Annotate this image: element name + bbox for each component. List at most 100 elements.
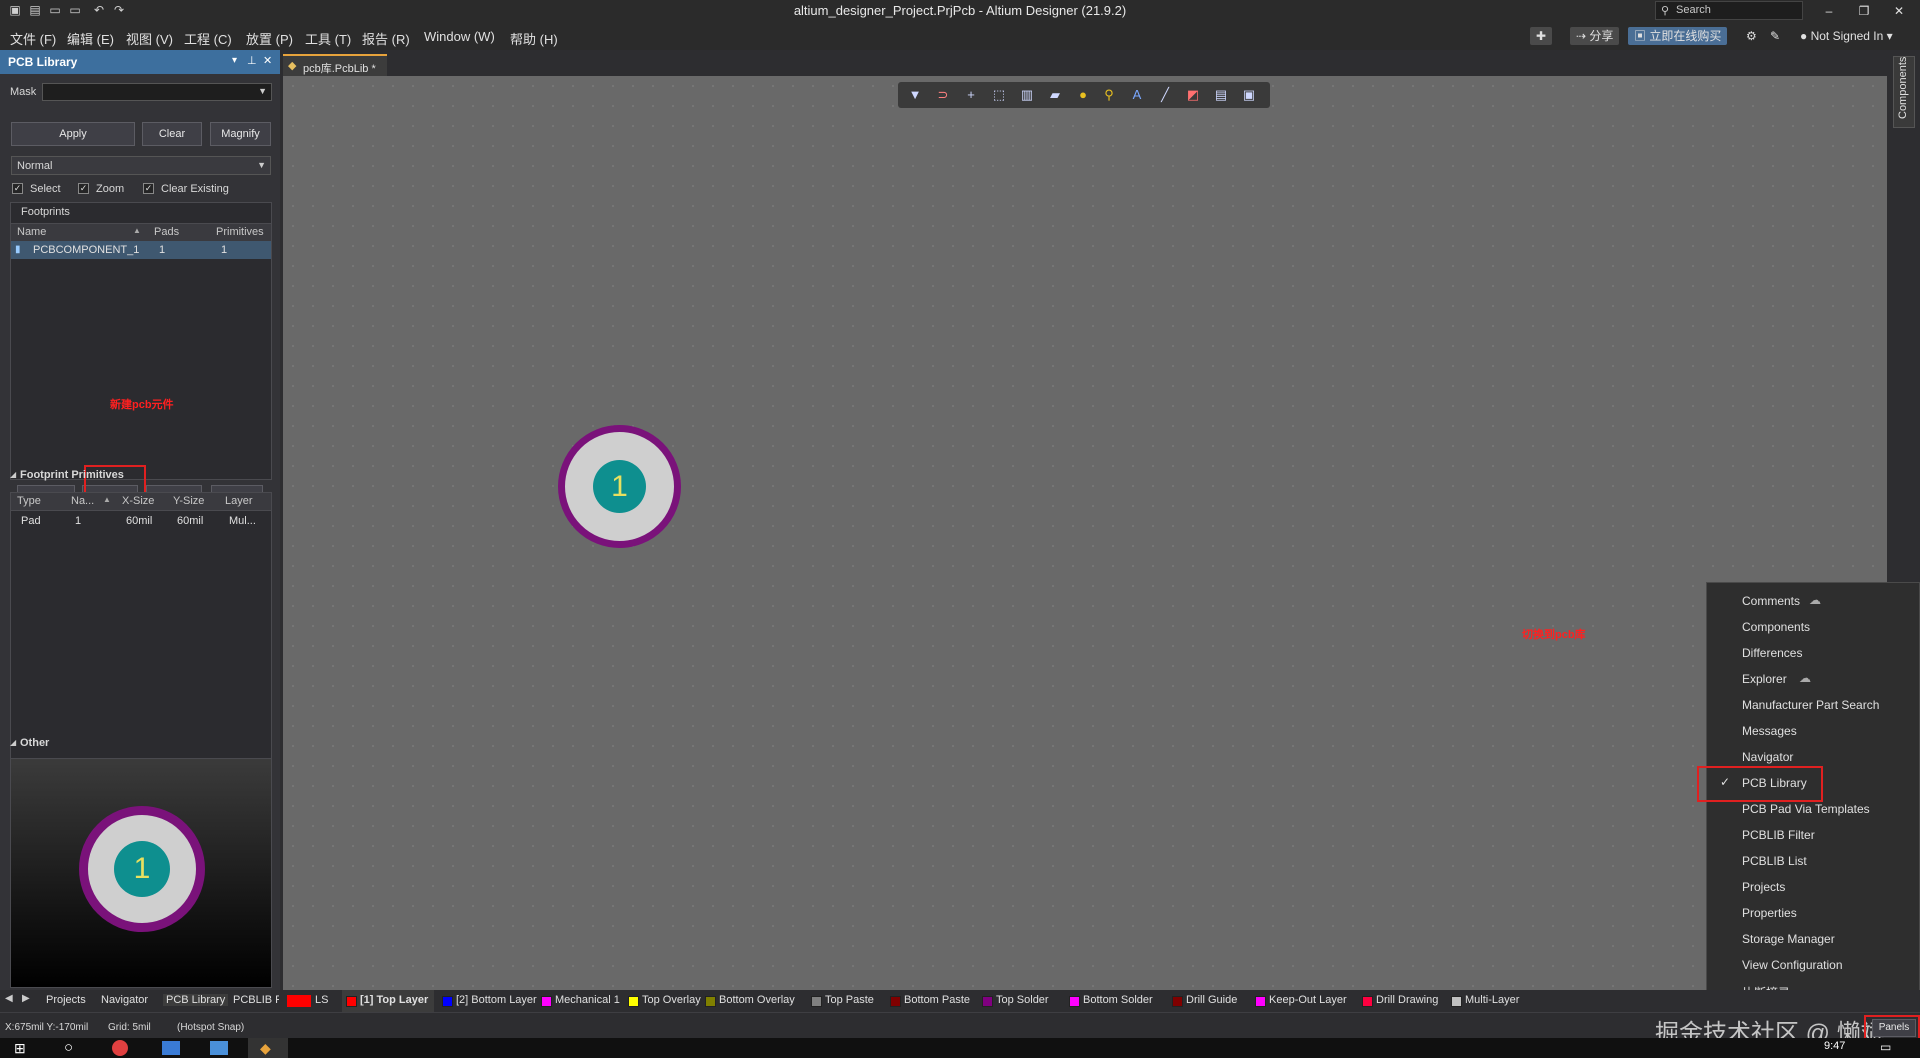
arc-icon[interactable]: ◩ bbox=[1184, 86, 1202, 104]
search-input[interactable]: ⚲ Search bbox=[1655, 1, 1803, 20]
column-header-primitives[interactable]: Primitives bbox=[216, 226, 264, 238]
panels-menu-item[interactable]: PCB Pad Via Templates bbox=[1707, 797, 1919, 821]
comment-icon[interactable]: ✚ bbox=[1530, 27, 1553, 45]
notification-center-icon[interactable]: ▭ bbox=[1880, 1040, 1891, 1054]
column-header-type[interactable]: Type bbox=[17, 495, 41, 507]
gear-icon[interactable]: ⚙ bbox=[1740, 27, 1763, 45]
share-button[interactable]: ⇢ 分享 bbox=[1570, 27, 1620, 45]
pad-icon[interactable]: ⚲ bbox=[1100, 86, 1118, 104]
dimension-icon[interactable]: ▤ bbox=[1212, 86, 1230, 104]
layer-set-button[interactable]: LS bbox=[315, 994, 328, 1006]
menu-help[interactable]: 帮助 (H) bbox=[510, 29, 558, 48]
column-header-pads[interactable]: Pads bbox=[154, 226, 179, 238]
layer-tab[interactable]: Drill Drawing bbox=[1358, 990, 1443, 1012]
layer-tab[interactable]: Bottom Paste bbox=[886, 990, 974, 1012]
close-icon[interactable]: ✕ bbox=[263, 54, 272, 67]
scroll-left-icon[interactable]: ◀ bbox=[5, 993, 13, 1004]
pin-icon[interactable]: ⊥ bbox=[247, 54, 257, 67]
panels-menu-item[interactable]: Projects bbox=[1707, 875, 1919, 899]
menu-edit[interactable]: 编辑 (E) bbox=[67, 29, 114, 48]
mask-input[interactable]: ▼ bbox=[42, 83, 272, 101]
panels-menu-item[interactable]: Properties bbox=[1707, 901, 1919, 925]
layer-tab[interactable]: Bottom Overlay bbox=[701, 990, 803, 1012]
windows-start-icon[interactable]: ⊞ bbox=[14, 1040, 26, 1057]
apply-button[interactable]: Apply bbox=[11, 122, 135, 146]
menu-place[interactable]: 放置 (P) bbox=[246, 29, 293, 48]
panels-menu-item[interactable]: Differences bbox=[1707, 641, 1919, 665]
select-area-icon[interactable]: ⬚ bbox=[990, 86, 1008, 104]
mode-select[interactable]: Normal ▼ bbox=[11, 156, 271, 175]
panels-menu-item[interactable]: PCBLIB List bbox=[1707, 849, 1919, 873]
panel-tab-pcb-library[interactable]: PCB Library bbox=[163, 994, 229, 1006]
snap-magnet-icon[interactable]: ⊃ bbox=[934, 86, 952, 104]
clear-existing-checkbox[interactable]: ✓ bbox=[143, 183, 154, 194]
filter-icon[interactable]: ▼ bbox=[906, 86, 924, 104]
column-header-name[interactable]: Name bbox=[17, 226, 46, 238]
panels-menu-item[interactable]: View Configuration bbox=[1707, 953, 1919, 977]
column-header-name[interactable]: Na... bbox=[71, 495, 94, 507]
app-icon[interactable] bbox=[162, 1041, 180, 1055]
panel-tab-pcblib-filter[interactable]: PCBLIB Fi bbox=[233, 994, 279, 1006]
layer-tab[interactable]: Bottom Solder bbox=[1065, 990, 1164, 1012]
scroll-right-icon[interactable]: ▶ bbox=[22, 993, 30, 1004]
zoom-checkbox[interactable]: ✓ bbox=[78, 183, 89, 194]
menu-project[interactable]: 工程 (C) bbox=[184, 29, 232, 48]
altium-taskbar-icon[interactable]: ◆ bbox=[248, 1038, 288, 1058]
table-row[interactable]: Pad 1 60mil 60mil Mul... bbox=[11, 512, 271, 530]
panels-menu-item[interactable]: Comments ☁ bbox=[1707, 589, 1919, 613]
layer-tab[interactable]: Top Overlay bbox=[624, 990, 701, 1012]
close-icon[interactable]: ✕ bbox=[1884, 2, 1914, 20]
select-checkbox[interactable]: ✓ bbox=[12, 183, 23, 194]
buy-online-button[interactable]: ▣ 立即在线购买 bbox=[1628, 27, 1728, 45]
column-header-layer[interactable]: Layer bbox=[225, 495, 253, 507]
app-icon[interactable] bbox=[210, 1041, 228, 1055]
menu-view[interactable]: 视图 (V) bbox=[126, 29, 173, 48]
column-header-xsize[interactable]: X-Size bbox=[122, 495, 154, 507]
clear-button[interactable]: Clear bbox=[142, 122, 202, 146]
menu-window[interactable]: Window (W) bbox=[424, 29, 495, 44]
layer-tab[interactable]: Top Paste bbox=[807, 990, 882, 1012]
panel-tab-navigator[interactable]: Navigator bbox=[101, 994, 148, 1006]
layer-tab[interactable]: Top Solder bbox=[978, 990, 1061, 1012]
chevron-down-icon[interactable]: ▾ bbox=[232, 55, 237, 66]
table-row[interactable]: ▮ PCBCOMPONENT_1 1 1 bbox=[11, 241, 271, 259]
crosshair-icon[interactable]: + bbox=[962, 86, 980, 104]
via-icon[interactable]: ● bbox=[1074, 86, 1092, 104]
align-icon[interactable]: ▥ bbox=[1018, 86, 1036, 104]
maximize-icon[interactable]: ❐ bbox=[1849, 2, 1879, 20]
magnify-button[interactable]: Magnify bbox=[210, 122, 271, 146]
panels-menu-item[interactable]: Storage Manager bbox=[1707, 927, 1919, 951]
pcb-canvas[interactable]: 1 切换到pcb库 bbox=[283, 76, 1887, 990]
menu-file[interactable]: 文件 (F) bbox=[10, 29, 56, 48]
layer-tab[interactable]: [2] Bottom Layer bbox=[438, 990, 537, 1012]
notifications-icon[interactable]: ✎ bbox=[1764, 27, 1786, 45]
menu-reports[interactable]: 报告 (R) bbox=[362, 29, 410, 48]
layer-tab[interactable]: Keep-Out Layer bbox=[1251, 990, 1354, 1012]
account-button[interactable]: ● Not Signed In ▾ bbox=[1794, 27, 1899, 45]
layer-tab[interactable]: Drill Guide bbox=[1168, 990, 1247, 1012]
collapse-icon[interactable]: ◢ bbox=[10, 738, 16, 747]
menu-tools[interactable]: 工具 (T) bbox=[305, 29, 351, 48]
panels-menu-item[interactable]: Manufacturer Part Search bbox=[1707, 693, 1919, 717]
panels-menu-item[interactable]: PCBLIB Filter bbox=[1707, 823, 1919, 847]
panel-tab-projects[interactable]: Projects bbox=[46, 994, 86, 1006]
chrome-icon[interactable] bbox=[112, 1040, 128, 1056]
panels-menu-item[interactable]: ✓ PCB Library bbox=[1697, 766, 1919, 802]
text-icon[interactable]: A bbox=[1128, 86, 1146, 104]
search-icon[interactable]: ○ bbox=[64, 1039, 73, 1056]
components-side-tab[interactable]: Components bbox=[1893, 56, 1915, 128]
line-icon[interactable]: ╱ bbox=[1156, 86, 1174, 104]
collapse-icon[interactable]: ◢ bbox=[10, 470, 16, 479]
current-layer-swatch[interactable] bbox=[287, 995, 311, 1007]
layer-tab[interactable]: Mechanical 1 bbox=[537, 990, 620, 1012]
minimize-icon[interactable]: – bbox=[1814, 2, 1844, 20]
place-component-icon[interactable]: ▰ bbox=[1046, 86, 1064, 104]
panels-menu-item[interactable]: Components bbox=[1707, 615, 1919, 639]
panels-menu-item[interactable]: Explorer ☁ bbox=[1707, 667, 1919, 691]
region-icon[interactable]: ▣ bbox=[1240, 86, 1258, 104]
layer-tab[interactable]: [1] Top Layer bbox=[342, 990, 434, 1012]
column-header-ysize[interactable]: Y-Size bbox=[173, 495, 204, 507]
layer-tab[interactable]: Multi-Layer bbox=[1447, 990, 1533, 1012]
panels-menu-item[interactable]: Messages bbox=[1707, 719, 1919, 743]
document-tab[interactable]: ◆ pcb库.PcbLib * bbox=[283, 54, 387, 76]
